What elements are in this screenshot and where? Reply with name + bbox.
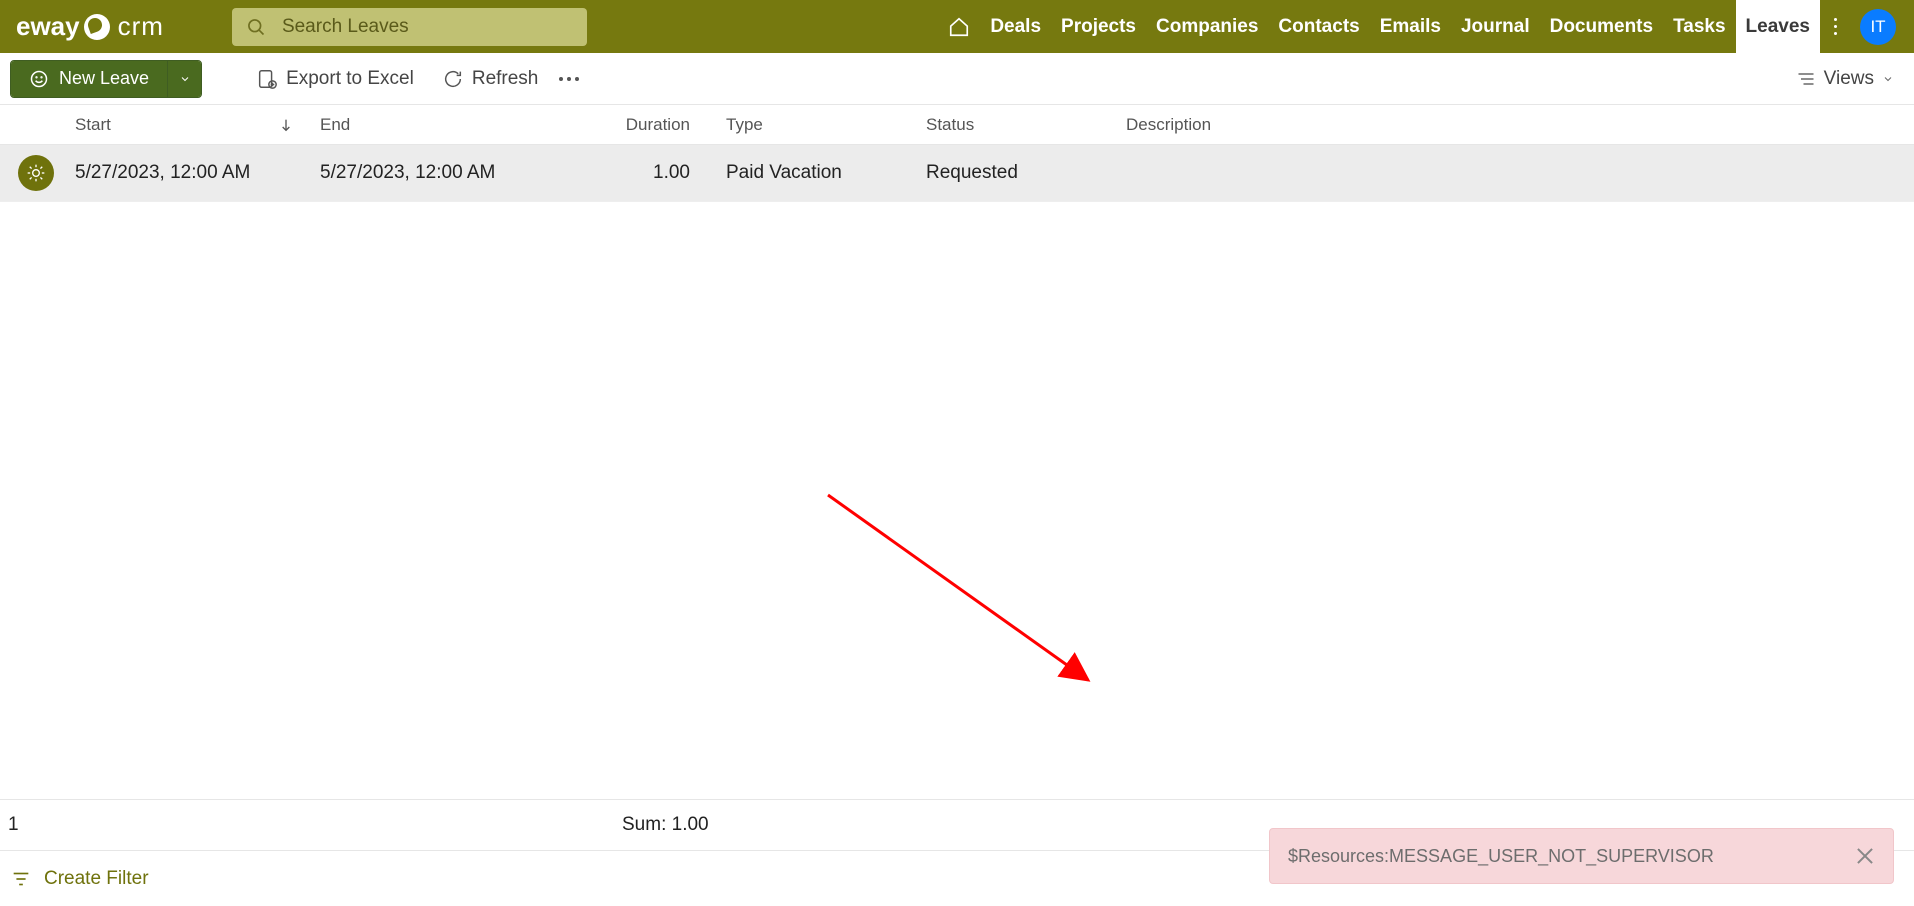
export-excel-button[interactable]: Export to Excel xyxy=(244,60,426,98)
cell-duration: 1.00 xyxy=(653,162,690,183)
nav-tasks[interactable]: Tasks xyxy=(1663,0,1735,53)
search-input[interactable] xyxy=(282,16,573,38)
cell-type: Paid Vacation xyxy=(726,162,842,183)
refresh-button[interactable]: Refresh xyxy=(430,60,551,98)
col-start-label: Start xyxy=(75,115,111,135)
logo-icon xyxy=(84,14,110,40)
views-icon xyxy=(1796,69,1816,89)
new-leave-splitbutton: New Leave xyxy=(10,60,202,98)
cell-status: Requested xyxy=(926,162,1018,183)
nav-home[interactable] xyxy=(938,0,980,53)
row-count: 1 xyxy=(8,814,19,835)
nav-label: Tasks xyxy=(1673,16,1725,38)
new-leave-dropdown[interactable] xyxy=(167,61,201,97)
nav-emails[interactable]: Emails xyxy=(1370,0,1451,53)
chevron-down-icon xyxy=(1882,73,1894,85)
new-leave-label: New Leave xyxy=(59,68,149,89)
nav-companies[interactable]: Companies xyxy=(1146,0,1268,53)
user-avatar[interactable]: IT xyxy=(1860,9,1896,45)
nav-label: Deals xyxy=(990,16,1041,38)
top-nav: eway crm Deals Projects Companies Contac… xyxy=(0,0,1914,53)
dots-vertical-icon xyxy=(1834,18,1837,35)
toast-message: $Resources:MESSAGE_USER_NOT_SUPERVISOR xyxy=(1288,846,1714,867)
table-row[interactable]: 5/27/2023, 12:00 AM 5/27/2023, 12:00 AM … xyxy=(0,145,1914,202)
col-end[interactable]: End xyxy=(320,115,622,135)
nav-deals[interactable]: Deals xyxy=(980,0,1051,53)
logo-text-2: crm xyxy=(118,11,164,42)
views-label: Views xyxy=(1824,68,1874,90)
nav-label: Journal xyxy=(1461,16,1530,38)
nav-more-button[interactable] xyxy=(1820,18,1850,35)
smile-icon xyxy=(29,69,49,89)
avatar-initials: IT xyxy=(1870,17,1885,37)
views-button[interactable]: Views xyxy=(1786,60,1904,98)
col-duration-label: Duration xyxy=(626,115,690,134)
annotation-arrow xyxy=(823,490,1113,700)
home-icon xyxy=(948,16,970,38)
col-description[interactable]: Description xyxy=(1126,115,1914,135)
nav-contacts[interactable]: Contacts xyxy=(1268,0,1369,53)
refresh-label: Refresh xyxy=(472,68,539,90)
cell-end: 5/27/2023, 12:00 AM xyxy=(320,162,495,183)
logo-text-1: eway xyxy=(16,11,80,42)
export-label: Export to Excel xyxy=(286,68,414,90)
nav-label: Projects xyxy=(1061,16,1136,38)
search-box[interactable] xyxy=(232,8,587,46)
app-logo[interactable]: eway crm xyxy=(8,11,172,42)
new-leave-button[interactable]: New Leave xyxy=(11,61,167,97)
toolbar: New Leave Export to Excel Refresh Views xyxy=(0,53,1914,105)
grid-header: Start End Duration Type Status Descripti… xyxy=(0,105,1914,145)
col-description-label: Description xyxy=(1126,115,1211,134)
col-duration[interactable]: Duration xyxy=(622,115,726,135)
error-toast: $Resources:MESSAGE_USER_NOT_SUPERVISOR xyxy=(1269,828,1894,884)
nav-documents[interactable]: Documents xyxy=(1540,0,1663,53)
nav-projects[interactable]: Projects xyxy=(1051,0,1146,53)
col-status[interactable]: Status xyxy=(926,115,1126,135)
nav-items: Deals Projects Companies Contacts Emails… xyxy=(938,0,1820,53)
sum-value: Sum: 1.00 xyxy=(622,814,709,835)
create-filter-link[interactable]: Create Filter xyxy=(44,868,149,890)
cell-start: 5/27/2023, 12:00 AM xyxy=(75,162,250,184)
sort-desc-icon xyxy=(278,117,294,133)
col-type-label: Type xyxy=(726,115,763,134)
toolbar-more-button[interactable] xyxy=(554,77,584,81)
col-type[interactable]: Type xyxy=(726,115,926,135)
col-start[interactable]: Start xyxy=(75,115,320,135)
chevron-down-icon xyxy=(179,73,191,85)
nav-label: Documents xyxy=(1550,16,1653,38)
nav-label: Contacts xyxy=(1278,16,1359,38)
nav-journal[interactable]: Journal xyxy=(1451,0,1540,53)
nav-label: Leaves xyxy=(1746,16,1810,38)
leave-type-icon xyxy=(18,155,54,191)
dots-horizontal-icon xyxy=(559,77,579,81)
col-end-label: End xyxy=(320,115,350,134)
export-icon xyxy=(256,68,278,90)
search-icon xyxy=(246,17,266,37)
nav-label: Companies xyxy=(1156,16,1258,38)
sun-icon xyxy=(26,163,46,183)
filter-icon xyxy=(10,868,32,890)
col-status-label: Status xyxy=(926,115,974,134)
toast-close-button[interactable] xyxy=(1855,846,1875,866)
refresh-icon xyxy=(442,68,464,90)
nav-label: Emails xyxy=(1380,16,1441,38)
nav-leaves[interactable]: Leaves xyxy=(1736,0,1820,53)
